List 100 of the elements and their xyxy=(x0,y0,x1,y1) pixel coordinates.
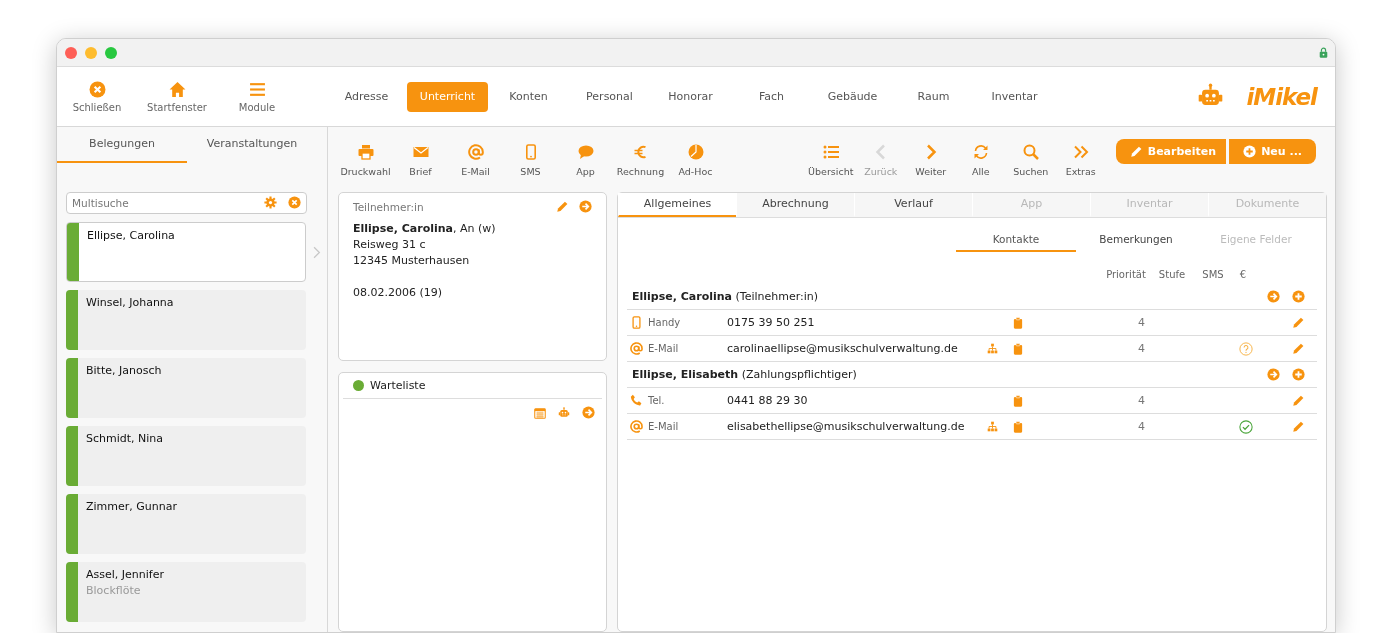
list-item-card[interactable]: Zimmer, Gunnar xyxy=(66,494,306,554)
euro-icon xyxy=(632,143,649,160)
plus-circle-icon[interactable] xyxy=(1292,368,1305,381)
phone-icon xyxy=(630,394,643,407)
toolbar-button[interactable]: Extras xyxy=(1055,137,1106,177)
module-tab[interactable]: Gebäude xyxy=(812,81,893,112)
close-icon[interactable] xyxy=(288,196,301,209)
detail-tab[interactable]: Abrechnung xyxy=(736,193,854,217)
person-name: Winsel, Johanna xyxy=(86,296,174,309)
contact-row[interactable]: Tel. 0441 88 29 30 4 xyxy=(627,388,1317,414)
toolbar-button[interactable]: Brief xyxy=(393,137,448,177)
at-sign-icon xyxy=(467,143,484,160)
speech-bubble-icon xyxy=(577,143,594,160)
instrument-label: Blockflöte xyxy=(86,584,142,597)
module-tab[interactable]: Raum xyxy=(893,81,974,112)
toolbar-button[interactable]: Schließen xyxy=(57,80,137,113)
birth-date: 08.02.2006 (19) xyxy=(353,285,444,301)
module-tab[interactable]: Inventar xyxy=(974,81,1055,112)
sidebar-tab[interactable]: Belegungen xyxy=(57,127,187,163)
arrow-circle-icon[interactable] xyxy=(582,406,595,419)
waitlist-label: Warteliste xyxy=(370,379,426,392)
robot-icon[interactable] xyxy=(558,406,570,419)
clipboard-icon[interactable] xyxy=(1012,342,1024,355)
priority-value: 4 xyxy=(1137,420,1146,433)
column-header: Stufe xyxy=(1157,268,1187,280)
mobile-phone-icon xyxy=(630,316,643,329)
contact-row[interactable]: Handy 0175 39 50 251 4 xyxy=(627,310,1317,336)
window-minimize-button[interactable] xyxy=(85,46,97,59)
toolbar-button[interactable]: Übersicht xyxy=(805,137,856,177)
detail-tab[interactable]: Verlauf xyxy=(854,193,972,217)
priority-value: 4 xyxy=(1137,342,1146,355)
sitemap-icon[interactable] xyxy=(986,343,998,354)
contact-person-name: Ellipse, Elisabeth (Zahlungspflichtiger) xyxy=(632,368,857,381)
city-address: 12345 Musterhausen xyxy=(353,253,471,269)
pencil-icon[interactable] xyxy=(556,200,569,213)
search-field[interactable]: Multisuche xyxy=(66,192,307,214)
toolbar-button[interactable]: Alle xyxy=(955,137,1006,177)
window-zoom-button[interactable] xyxy=(105,46,117,59)
toolbar-button[interactable]: Startfenster xyxy=(137,80,217,113)
list-item-card[interactable]: Assel, Jennifer Blockflöte xyxy=(66,562,306,622)
toolbar-button[interactable]: E-Mail xyxy=(448,137,503,177)
toolbar-button[interactable]: Weiter xyxy=(905,137,956,177)
contact-value: elisabethellipse@musikschulverwaltung.de xyxy=(727,420,966,433)
person-name: Ellipse, Carolina, An (w) xyxy=(353,221,497,237)
priority-value: 4 xyxy=(1137,316,1146,329)
contact-value: 0175 39 50 251 xyxy=(727,316,816,329)
toolbar-button[interactable]: Rechnung xyxy=(613,137,668,177)
arrow-circle-icon[interactable] xyxy=(579,200,592,213)
clipboard-icon[interactable] xyxy=(1012,420,1024,433)
column-header: SMS xyxy=(1201,268,1225,280)
toolbar-button[interactable]: Ad-Hoc xyxy=(668,137,723,177)
list-item-card[interactable]: Winsel, Johanna xyxy=(66,290,306,350)
list-item-card[interactable]: Schmidt, Nina xyxy=(66,426,306,486)
toolbar-button[interactable]: Module xyxy=(217,80,297,113)
arrow-circle-icon[interactable] xyxy=(1267,368,1280,381)
pencil-icon[interactable] xyxy=(1292,394,1305,407)
sub-tab[interactable]: Bemerkungen xyxy=(1076,228,1196,252)
contact-value: carolinaellipse@musikschulverwaltung.de xyxy=(727,342,959,355)
clipboard-icon[interactable] xyxy=(1012,316,1024,329)
toolbar-button[interactable]: Druckwahl xyxy=(338,137,393,177)
module-tab[interactable]: Konten xyxy=(488,81,569,112)
toolbar-button[interactable]: App xyxy=(558,137,613,177)
module-tab[interactable]: Adresse xyxy=(326,81,407,112)
module-tab[interactable]: Honorar xyxy=(650,81,731,112)
detail-tab[interactable]: Allgemeines xyxy=(618,193,736,217)
pencil-icon[interactable] xyxy=(1292,342,1305,355)
module-tab[interactable]: Fach xyxy=(731,81,812,112)
sidebar-tab[interactable]: Veranstaltungen xyxy=(187,127,317,163)
list-item-card[interactable]: Bitte, Janosch xyxy=(66,358,306,418)
sitemap-icon[interactable] xyxy=(986,421,998,432)
lock-icon xyxy=(1318,47,1329,58)
person-name: Assel, Jennifer xyxy=(86,568,164,581)
menu-icon xyxy=(248,80,266,98)
contact-value: 0441 88 29 30 xyxy=(727,394,809,407)
contact-person-name: Ellipse, Carolina (Teilnehmer:in) xyxy=(632,290,819,303)
contact-type-label: Tel. xyxy=(648,395,665,406)
module-tab[interactable]: Personal xyxy=(569,81,650,112)
plus-circle-icon[interactable] xyxy=(1292,290,1305,303)
settings-icon[interactable] xyxy=(264,196,277,209)
list-item-card[interactable]: Ellipse, Carolina xyxy=(66,222,306,282)
calendar-icon[interactable] xyxy=(534,406,546,419)
person-name: Zimmer, Gunnar xyxy=(86,500,177,513)
contact-row[interactable]: E-Mail carolinaellipse@musikschulverwaltung.de 4 xyxy=(627,336,1317,362)
sub-tab[interactable]: Kontakte xyxy=(956,228,1076,252)
toolbar-button[interactable]: Suchen xyxy=(1005,137,1056,177)
search-icon xyxy=(1022,143,1039,160)
contact-row[interactable]: E-Mail elisabethellipse@musikschulverwaltung.de 4 xyxy=(627,414,1317,440)
street-address: Reisweg 31 c xyxy=(353,237,427,253)
arrow-circle-icon[interactable] xyxy=(1267,290,1280,303)
pencil-icon xyxy=(1129,144,1143,158)
printer-icon xyxy=(357,143,374,160)
contact-type-label: Handy xyxy=(648,317,681,328)
pencil-icon[interactable] xyxy=(1292,420,1305,433)
toolbar-button[interactable]: SMS xyxy=(503,137,558,177)
column-header: Priorität xyxy=(1105,268,1147,280)
pencil-icon[interactable] xyxy=(1292,316,1305,329)
card-heading: Teilnehmer:in xyxy=(353,200,424,213)
clipboard-icon[interactable] xyxy=(1012,394,1024,407)
pie-chart-icon xyxy=(687,143,704,160)
window-close-button[interactable] xyxy=(65,46,77,59)
